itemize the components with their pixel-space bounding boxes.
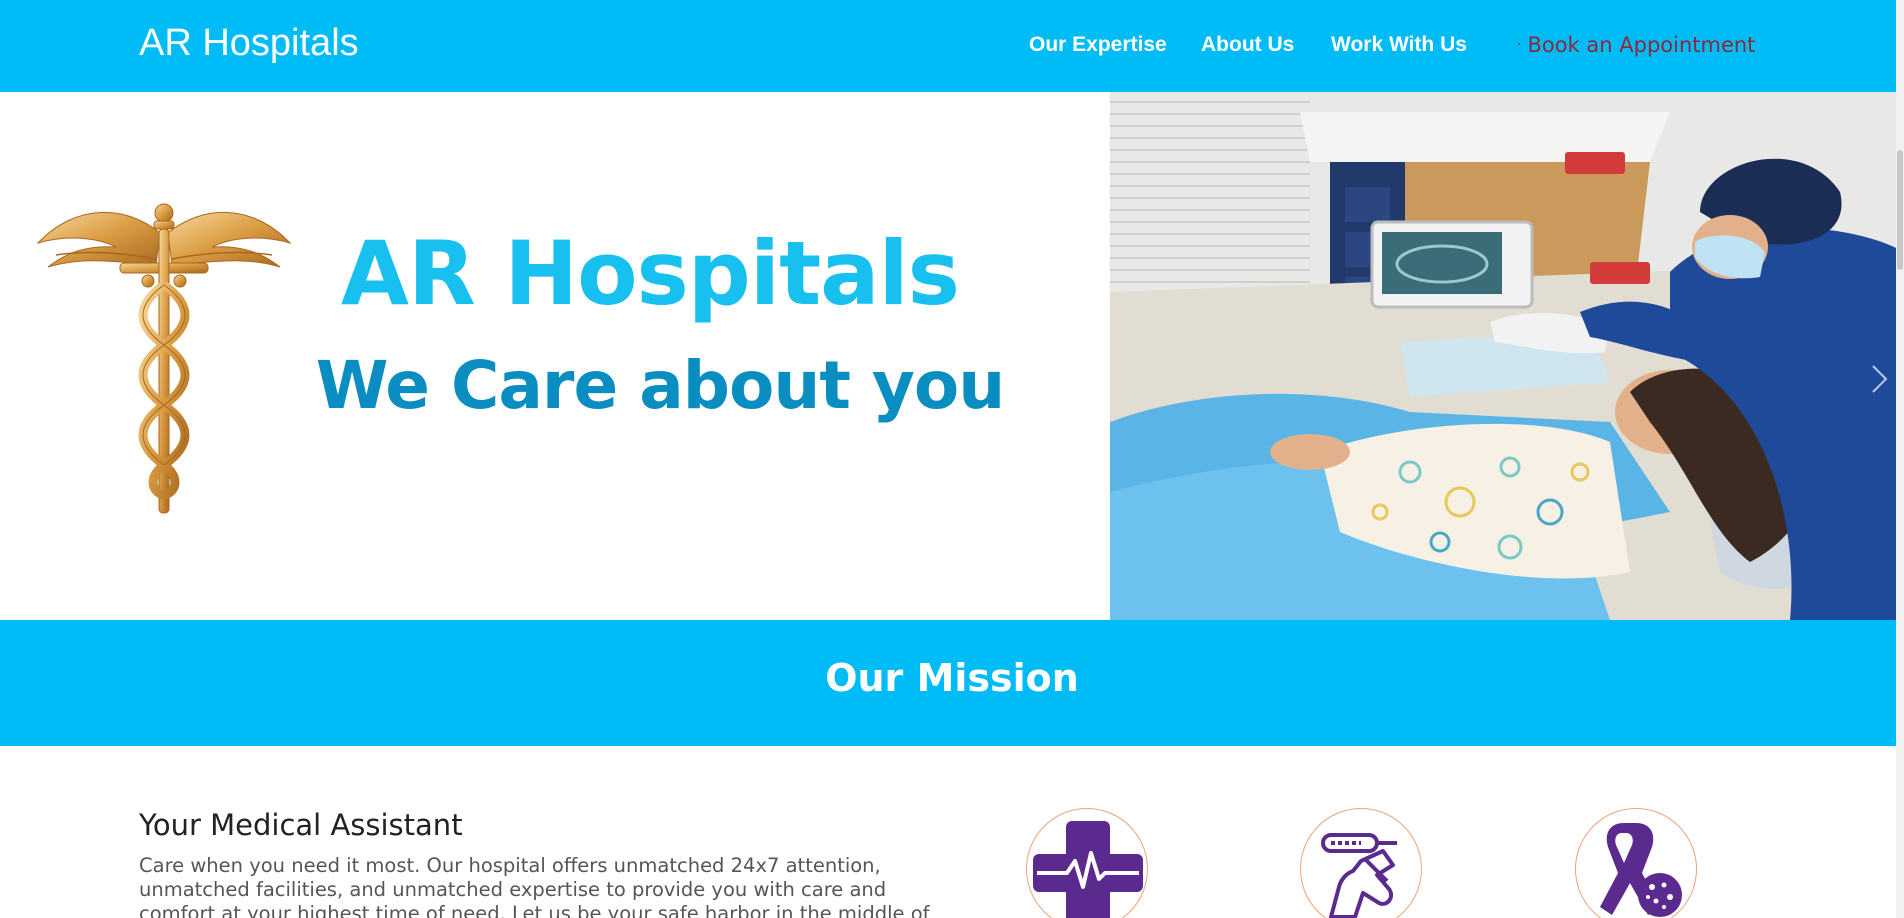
book-appointment-link[interactable]: · Book an Appointment	[1517, 33, 1755, 57]
top-navbar: AR Hospitals Our Expertise About Us Work…	[0, 0, 1904, 92]
page: AR Hospitals Our Expertise About Us Work…	[0, 0, 1904, 918]
hero-tagline: We Care about you	[315, 347, 1005, 424]
nav-about-us[interactable]: About Us	[1201, 33, 1294, 57]
dentist-scene-illustration	[1110, 92, 1904, 620]
caduceus-icon	[36, 203, 292, 514]
section-heading: Your Medical Assistant	[139, 808, 463, 842]
vertical-scrollbar[interactable]	[1896, 0, 1904, 918]
section-body-text: Care when you need it most. Our hospital…	[139, 854, 930, 918]
medical-cross-heartbeat-icon	[1033, 821, 1143, 918]
thermometer-hand-icon	[1321, 833, 1397, 918]
scrollbar-thumb[interactable]	[1897, 150, 1903, 270]
mission-section: Our Mission	[0, 620, 1904, 746]
medical-assistant-section: Your Medical Assistant Care when you nee…	[0, 746, 1904, 918]
hero-left-panel: AR Hospitals We Care about you	[0, 92, 1110, 620]
dentist-patient-photo	[1110, 92, 1904, 620]
mission-title: Our Mission	[825, 656, 1079, 700]
nav-work-with-us[interactable]: Work With Us	[1331, 33, 1467, 57]
awareness-ribbon-icon	[1600, 823, 1682, 917]
brand-logo-link[interactable]: AR Hospitals	[139, 22, 359, 65]
nav-our-expertise[interactable]: Our Expertise	[1029, 33, 1167, 57]
feature-medical-cross	[1026, 808, 1148, 918]
bullet-icon: ·	[1517, 37, 1522, 53]
hero-title: AR Hospitals	[340, 222, 960, 325]
hero-banner: AR Hospitals We Care about you	[0, 92, 1904, 620]
feature-thermometer	[1300, 808, 1422, 918]
feature-awareness-ribbon	[1575, 808, 1697, 918]
book-appointment-label: Book an Appointment	[1527, 33, 1756, 57]
